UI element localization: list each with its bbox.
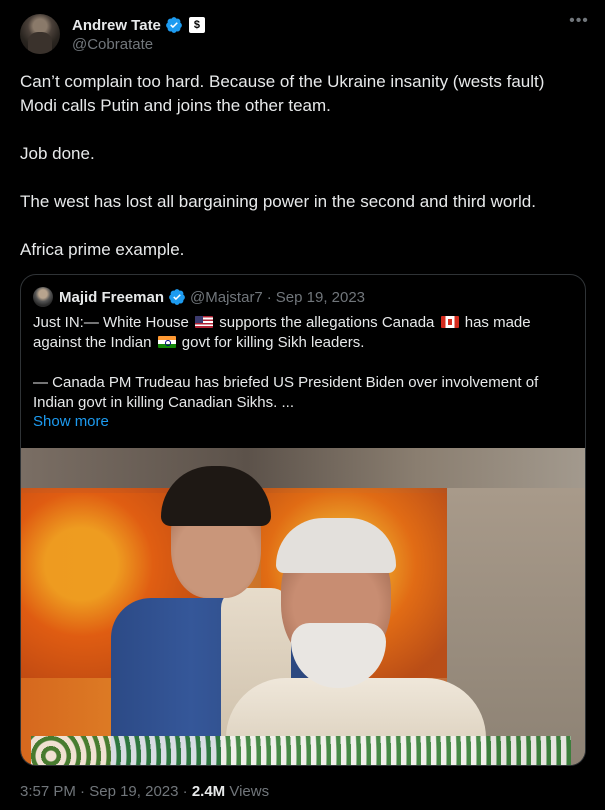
- tweet-text: Can’t complain too hard. Because of the …: [20, 70, 585, 286]
- author-avatar[interactable]: [20, 14, 60, 54]
- image-flowers: [31, 736, 571, 765]
- quoted-tweet-card[interactable]: Majid Freeman @Majstar7 · Sep 19, 2023 J…: [20, 274, 586, 766]
- quoted-tweet-header: Majid Freeman @Majstar7 · Sep 19, 2023: [33, 287, 365, 307]
- quoted-tweet-text: Just IN:— White House supports the alleg…: [33, 313, 573, 433]
- separator-dot: ·: [266, 288, 272, 306]
- quoted-author-avatar: [33, 287, 53, 307]
- author-display-name[interactable]: Andrew Tate: [72, 17, 161, 34]
- show-more-link[interactable]: Show more: [33, 413, 109, 430]
- views-label: Views: [229, 783, 270, 800]
- flag-us-icon: [195, 316, 214, 328]
- quoted-paragraph-1: Just IN:— White House supports the alleg…: [33, 313, 573, 353]
- separator-dot: ·: [80, 783, 86, 800]
- quoted-text-span: govt for killing Sikh leaders.: [181, 334, 365, 351]
- more-options-icon[interactable]: •••: [569, 13, 589, 34]
- tweet-paragraph: The west has lost all bargaining power i…: [20, 192, 536, 211]
- tweet-header: Andrew Tate $ @Cobratate •••: [20, 13, 589, 58]
- flag-india-icon: [157, 336, 176, 348]
- tweet-paragraph: Africa prime example.: [20, 240, 185, 259]
- verified-badge-icon: [166, 17, 182, 33]
- tweet-time[interactable]: 3:57 PM: [20, 783, 76, 800]
- quoted-date: Sep 19, 2023: [275, 288, 366, 306]
- separator-dot: ·: [182, 783, 188, 800]
- views-count[interactable]: 2.4M: [192, 783, 225, 800]
- tweet-date[interactable]: Sep 19, 2023: [89, 783, 178, 800]
- tweet-paragraph: Can’t complain too hard. Because of the …: [20, 72, 545, 115]
- affiliate-badge: $: [188, 17, 205, 33]
- author-name-row: Andrew Tate $: [72, 16, 205, 34]
- quoted-text-span: Just IN:— White House: [33, 314, 189, 331]
- image-background: [21, 448, 585, 493]
- quoted-text-span: against the Indian: [33, 334, 152, 351]
- quoted-paragraph-2: — Canada PM Trudeau has briefed US Presi…: [33, 374, 539, 411]
- quoted-author-name: Majid Freeman: [59, 288, 165, 306]
- tweet-meta: 3:57 PM · Sep 19, 2023 · 2.4M Views: [20, 783, 269, 800]
- quoted-text-span: has made: [464, 314, 531, 331]
- flag-canada-icon: [440, 316, 459, 328]
- tweet-paragraph: Job done.: [20, 144, 95, 163]
- quoted-text-span: supports the allegations Canada: [219, 314, 435, 331]
- verified-badge-icon: [169, 289, 185, 305]
- author-handle[interactable]: @Cobratate: [72, 36, 153, 53]
- quoted-author-handle: @Majstar7: [190, 288, 263, 306]
- quoted-tweet-image[interactable]: [21, 448, 585, 765]
